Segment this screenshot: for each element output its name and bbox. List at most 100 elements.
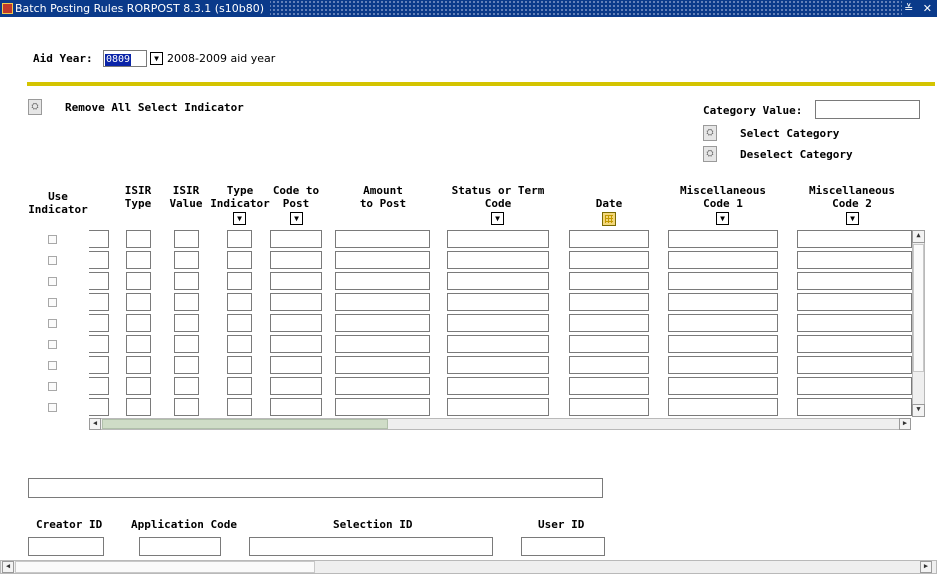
aid-year-dropdown-button[interactable]: ▼ bbox=[150, 52, 163, 65]
type-indicator-dropdown-button[interactable]: ▼ bbox=[233, 212, 246, 225]
select-category-button[interactable]: ⛭ bbox=[703, 125, 717, 141]
amount-to-post-cell[interactable] bbox=[335, 377, 430, 395]
status-or-term-code-cell[interactable] bbox=[447, 335, 549, 353]
amount-to-post-cell[interactable] bbox=[335, 293, 430, 311]
misc-code-2-cell[interactable] bbox=[797, 230, 912, 248]
isir-type-cell[interactable] bbox=[126, 293, 151, 311]
status-or-term-code-cell[interactable] bbox=[447, 377, 549, 395]
code-to-post-cell[interactable] bbox=[270, 314, 322, 332]
use-indicator-checkbox[interactable] bbox=[48, 361, 57, 370]
misc-code-1-cell[interactable] bbox=[668, 272, 778, 290]
selection-id-field[interactable] bbox=[249, 537, 493, 556]
code-to-post-cell[interactable] bbox=[270, 272, 322, 290]
amount-to-post-cell[interactable] bbox=[335, 230, 430, 248]
partial-column-cell[interactable] bbox=[89, 230, 109, 248]
scroll-down-button[interactable]: ▼ bbox=[912, 404, 925, 417]
date-cell[interactable] bbox=[569, 398, 649, 416]
isir-type-cell[interactable] bbox=[126, 377, 151, 395]
type-indicator-cell[interactable] bbox=[227, 335, 252, 353]
misc-code-1-cell[interactable] bbox=[668, 398, 778, 416]
isir-type-cell[interactable] bbox=[126, 230, 151, 248]
code-to-post-cell[interactable] bbox=[270, 293, 322, 311]
partial-column-cell[interactable] bbox=[89, 335, 109, 353]
amount-to-post-cell[interactable] bbox=[335, 398, 430, 416]
status-or-term-code-cell[interactable] bbox=[447, 314, 549, 332]
status-or-term-code-cell[interactable] bbox=[447, 251, 549, 269]
isir-type-cell[interactable] bbox=[126, 356, 151, 374]
use-indicator-checkbox[interactable] bbox=[48, 340, 57, 349]
use-indicator-checkbox[interactable] bbox=[48, 403, 57, 412]
isir-value-cell[interactable] bbox=[174, 398, 199, 416]
misc-code-2-cell[interactable] bbox=[797, 377, 912, 395]
code-to-post-cell[interactable] bbox=[270, 335, 322, 353]
user-id-field[interactable] bbox=[521, 537, 605, 556]
code-to-post-cell[interactable] bbox=[270, 356, 322, 374]
isir-value-cell[interactable] bbox=[174, 230, 199, 248]
amount-to-post-cell[interactable] bbox=[335, 314, 430, 332]
misc-code-1-dropdown-button[interactable]: ▼ bbox=[716, 212, 729, 225]
date-cell[interactable] bbox=[569, 272, 649, 290]
misc-code-1-cell[interactable] bbox=[668, 251, 778, 269]
type-indicator-cell[interactable] bbox=[227, 398, 252, 416]
date-cell[interactable] bbox=[569, 251, 649, 269]
partial-column-cell[interactable] bbox=[89, 314, 109, 332]
isir-value-cell[interactable] bbox=[174, 356, 199, 374]
application-code-field[interactable] bbox=[139, 537, 221, 556]
vertical-scroll-thumb[interactable] bbox=[913, 244, 924, 372]
use-indicator-checkbox[interactable] bbox=[48, 235, 57, 244]
date-cell[interactable] bbox=[569, 335, 649, 353]
window-controls[interactable]: ≚ ✕ bbox=[902, 0, 937, 17]
date-cell[interactable] bbox=[569, 377, 649, 395]
isir-type-cell[interactable] bbox=[126, 335, 151, 353]
type-indicator-cell[interactable] bbox=[227, 230, 252, 248]
use-indicator-checkbox[interactable] bbox=[48, 382, 57, 391]
status-or-term-code-cell[interactable] bbox=[447, 230, 549, 248]
isir-type-cell[interactable] bbox=[126, 314, 151, 332]
amount-to-post-cell[interactable] bbox=[335, 251, 430, 269]
misc-code-2-cell[interactable] bbox=[797, 251, 912, 269]
status-code-dropdown-button[interactable]: ▼ bbox=[491, 212, 504, 225]
grid-scroll-right-button[interactable]: ▶ bbox=[899, 418, 911, 430]
partial-column-cell[interactable] bbox=[89, 293, 109, 311]
remove-all-button[interactable]: ⛭ bbox=[28, 99, 42, 115]
misc-code-1-cell[interactable] bbox=[668, 230, 778, 248]
code-to-post-cell[interactable] bbox=[270, 398, 322, 416]
partial-column-cell[interactable] bbox=[89, 272, 109, 290]
misc-code-2-cell[interactable] bbox=[797, 314, 912, 332]
type-indicator-cell[interactable] bbox=[227, 251, 252, 269]
grid-horizontal-scroll-thumb[interactable] bbox=[102, 419, 388, 429]
code-to-post-cell[interactable] bbox=[270, 377, 322, 395]
use-indicator-checkbox[interactable] bbox=[48, 298, 57, 307]
message-field[interactable] bbox=[28, 478, 603, 498]
partial-column-cell[interactable] bbox=[89, 356, 109, 374]
misc-code-2-cell[interactable] bbox=[797, 356, 912, 374]
partial-column-cell[interactable] bbox=[89, 398, 109, 416]
amount-to-post-cell[interactable] bbox=[335, 356, 430, 374]
type-indicator-cell[interactable] bbox=[227, 293, 252, 311]
misc-code-2-dropdown-button[interactable]: ▼ bbox=[846, 212, 859, 225]
window-horizontal-scroll-thumb[interactable] bbox=[15, 561, 315, 573]
isir-type-cell[interactable] bbox=[126, 251, 151, 269]
misc-code-1-cell[interactable] bbox=[668, 314, 778, 332]
misc-code-2-cell[interactable] bbox=[797, 272, 912, 290]
partial-column-cell[interactable] bbox=[89, 251, 109, 269]
misc-code-2-cell[interactable] bbox=[797, 293, 912, 311]
status-or-term-code-cell[interactable] bbox=[447, 356, 549, 374]
isir-value-cell[interactable] bbox=[174, 335, 199, 353]
grid-scroll-left-button[interactable]: ◀ bbox=[89, 418, 101, 430]
code-to-post-cell[interactable] bbox=[270, 230, 322, 248]
isir-value-cell[interactable] bbox=[174, 377, 199, 395]
misc-code-1-cell[interactable] bbox=[668, 377, 778, 395]
misc-code-1-cell[interactable] bbox=[668, 293, 778, 311]
type-indicator-cell[interactable] bbox=[227, 272, 252, 290]
misc-code-2-cell[interactable] bbox=[797, 335, 912, 353]
date-cell[interactable] bbox=[569, 293, 649, 311]
type-indicator-cell[interactable] bbox=[227, 314, 252, 332]
date-cell[interactable] bbox=[569, 230, 649, 248]
isir-type-cell[interactable] bbox=[126, 272, 151, 290]
window-title-bar[interactable]: Batch Posting Rules RORPOST 8.3.1 (s10b8… bbox=[0, 0, 937, 17]
use-indicator-checkbox[interactable] bbox=[48, 277, 57, 286]
code-to-post-cell[interactable] bbox=[270, 251, 322, 269]
use-indicator-checkbox[interactable] bbox=[48, 256, 57, 265]
date-cell[interactable] bbox=[569, 314, 649, 332]
